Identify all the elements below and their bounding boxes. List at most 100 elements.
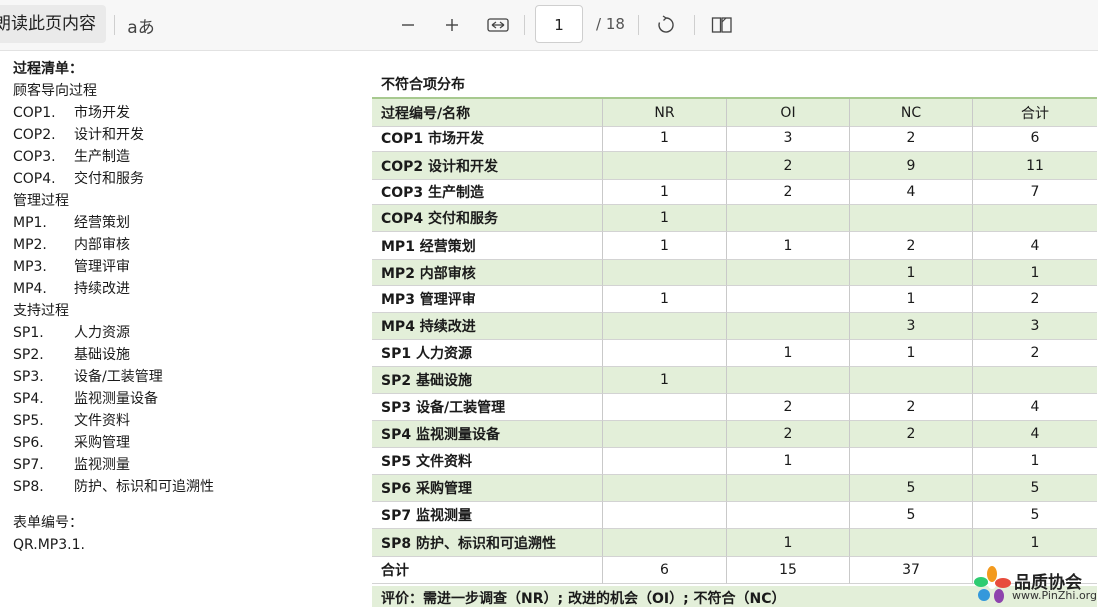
table-row-cell	[603, 475, 727, 502]
table-header-row-cell: 过程编号/名称	[372, 99, 603, 127]
table-row: MP2 内部审核 1 1	[372, 260, 1097, 286]
table-row-cell: 2	[850, 421, 973, 448]
table-row-cell: COP3 生产制造	[372, 180, 603, 205]
table-row-cell	[973, 367, 1097, 394]
page-number-input[interactable]: 1	[535, 5, 583, 43]
table-row-cell: 15	[727, 557, 850, 584]
table-header-row-cell: NR	[603, 99, 727, 127]
list-item: COP1. 市场开发	[13, 105, 130, 121]
table-row: SP7 监视测量 5 5	[372, 502, 1097, 529]
table-row-cell	[727, 502, 850, 529]
table-row-cell: 1	[973, 260, 1097, 286]
table-row-cell: 6	[973, 125, 1097, 152]
table-row: COP1 市场开发 1 3 2 6	[372, 125, 1097, 152]
table-row-cell: 1	[603, 205, 727, 232]
table-row-cell: 1	[727, 340, 850, 367]
table-row: MP3 管理评审 1 1 2	[372, 286, 1097, 313]
page-view-icon[interactable]	[708, 11, 736, 39]
table-row-cell	[850, 367, 973, 394]
read-aloud-button[interactable]: 朗读此页内容	[0, 5, 106, 43]
table-row-cell: 1	[727, 529, 850, 557]
table-row: SP1 人力资源 1 1 2	[372, 340, 1097, 367]
list-item: MP3. 管理评审	[13, 259, 130, 275]
list-item: SP7. 监视测量	[13, 457, 130, 473]
table-row-cell: MP2 内部审核	[372, 260, 603, 286]
table-row-cell: COP1 市场开发	[372, 125, 603, 152]
table-row-cell	[603, 313, 727, 340]
table-row: SP8 防护、标识和可追溯性 1 1	[372, 529, 1097, 557]
toolbar-divider	[694, 15, 695, 35]
list-item: MP4. 持续改进	[13, 281, 130, 297]
table-row-cell: 5	[850, 502, 973, 529]
table-row-cell	[603, 340, 727, 367]
table-row: MP4 持续改进 3 3	[372, 313, 1097, 340]
table-row: COP4 交付和服务 1	[372, 205, 1097, 232]
table-row-cell: 5	[973, 475, 1097, 502]
table-row: SP2 基础设施 1	[372, 367, 1097, 394]
table-row-cell: MP3 管理评审	[372, 286, 603, 313]
table-row-cell	[850, 448, 973, 475]
table-row-cell: 1	[850, 286, 973, 313]
process-list: 过程清单： 顾客导向过程 COP1. 市场开发 COP2. 设计和开发 COP3. 生…	[13, 58, 214, 556]
plus-icon[interactable]	[438, 11, 466, 39]
table-row-cell: 1	[727, 232, 850, 260]
table-row-cell: 1	[603, 286, 727, 313]
table-row: COP3 生产制造 1 2 4 7	[372, 180, 1097, 205]
list-item: SP3. 设备/工装管理	[13, 369, 163, 385]
table-row-cell: 2	[727, 421, 850, 448]
table-row: COP2 设计和开发 2 9 11	[372, 152, 1097, 180]
table-row-cell: 1	[603, 232, 727, 260]
table-row-cell: 3	[727, 125, 850, 152]
table-row-cell: 1	[603, 180, 727, 205]
table-row-cell	[603, 394, 727, 421]
table-row-cell	[727, 367, 850, 394]
table-title: 不符合项分布	[381, 77, 465, 93]
table-row-cell	[727, 260, 850, 286]
table-row-cell: 6	[603, 557, 727, 584]
list-item: SP1. 人力资源	[13, 325, 130, 341]
list-item: SP5. 文件资料	[13, 413, 130, 429]
table-row-cell	[603, 448, 727, 475]
table-row-cell: 2	[850, 232, 973, 260]
table-row-cell: 11	[973, 152, 1097, 180]
table-row-cell: 37	[850, 557, 973, 584]
table-row-cell: 5	[973, 502, 1097, 529]
table-row-cell: 1	[850, 260, 973, 286]
table-row-cell: MP4 持续改进	[372, 313, 603, 340]
toolbar-divider	[638, 15, 639, 35]
list-item: SP4. 监视测量设备	[13, 391, 158, 407]
table-header-row-cell: NC	[850, 99, 973, 127]
table-row-cell: 1	[603, 367, 727, 394]
rotate-icon[interactable]	[652, 11, 680, 39]
table-header-row-cell: 合计	[973, 99, 1097, 127]
list-item: MP1. 经营策划	[13, 215, 130, 231]
table-row-cell: 2	[850, 394, 973, 421]
table-row-cell: 4	[973, 421, 1097, 448]
table-row-cell	[727, 286, 850, 313]
text-options-icon[interactable]: aあ	[127, 11, 155, 39]
table-row-cell: 4	[850, 180, 973, 205]
table-row-cell: SP8 防护、标识和可追溯性	[372, 529, 603, 557]
table-row-cell	[603, 152, 727, 180]
toolbar-divider	[114, 15, 115, 35]
list-item: SP2. 基础设施	[13, 347, 130, 363]
table-row-cell: 3	[973, 313, 1097, 340]
list-item: COP3. 生产制造	[13, 149, 130, 165]
list-item: COP4. 交付和服务	[13, 171, 144, 187]
table-row-cell	[727, 205, 850, 232]
table-row-cell: 9	[850, 152, 973, 180]
table-row-cell: 合计	[372, 557, 603, 584]
page-total: / 18	[596, 15, 625, 33]
table-header-row: 过程编号/名称 NR OI NC 合计	[372, 97, 1097, 127]
fit-width-icon[interactable]	[484, 11, 512, 39]
table-row: SP5 文件资料 1 1	[372, 448, 1097, 475]
list-item: SP6. 采购管理	[13, 435, 130, 451]
table-row-cell: 2	[727, 180, 850, 205]
table-row-cell: 7	[973, 180, 1097, 205]
minus-icon[interactable]	[394, 11, 422, 39]
list-item: SP8. 防护、标识和可追溯性	[13, 479, 214, 495]
pdf-toolbar: 朗读此页内容 aあ 1 / 18	[0, 0, 1098, 51]
table-row-cell	[850, 205, 973, 232]
table-row-cell	[603, 421, 727, 448]
table-row-cell: SP3 设备/工装管理	[372, 394, 603, 421]
